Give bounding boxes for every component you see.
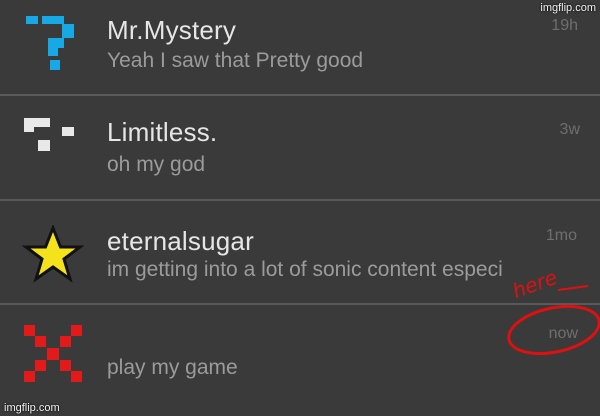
timestamp: 1mo: [545, 227, 577, 244]
watermark: imgflip.com: [540, 2, 596, 14]
conversation-list: Mr.Mystery Yeah I saw that Pretty good 1…: [0, 0, 600, 416]
contact-name: Mr.Mystery: [107, 15, 237, 45]
conversation-row[interactable]: Mr.Mystery Yeah I saw that Pretty good 1…: [0, 0, 600, 95]
message-preview: oh my god: [107, 153, 206, 176]
watermark: imgflip.com: [4, 402, 60, 414]
conversation-row[interactable]: play my game now: [0, 305, 600, 416]
contact-name: eternalsugar: [107, 226, 254, 256]
conversation-row[interactable]: eternalsugar im getting into a lot of so…: [0, 201, 600, 304]
message-preview: play my game: [107, 356, 238, 379]
star-icon: [22, 225, 84, 283]
message-preview: im getting into a lot of sonic content e…: [107, 258, 503, 281]
timestamp: now: [548, 325, 578, 342]
pixel-blocks-icon: [24, 118, 74, 151]
message-preview: Yeah I saw that Pretty good: [107, 49, 364, 72]
timestamp: 19h: [551, 17, 578, 34]
red-x-icon: [24, 325, 82, 382]
timestamp: 3w: [559, 121, 580, 138]
contact-name: Limitless.: [107, 117, 218, 147]
conversation-row[interactable]: Limitless. oh my god 3w: [0, 96, 600, 200]
question-mark-icon: [26, 16, 74, 70]
